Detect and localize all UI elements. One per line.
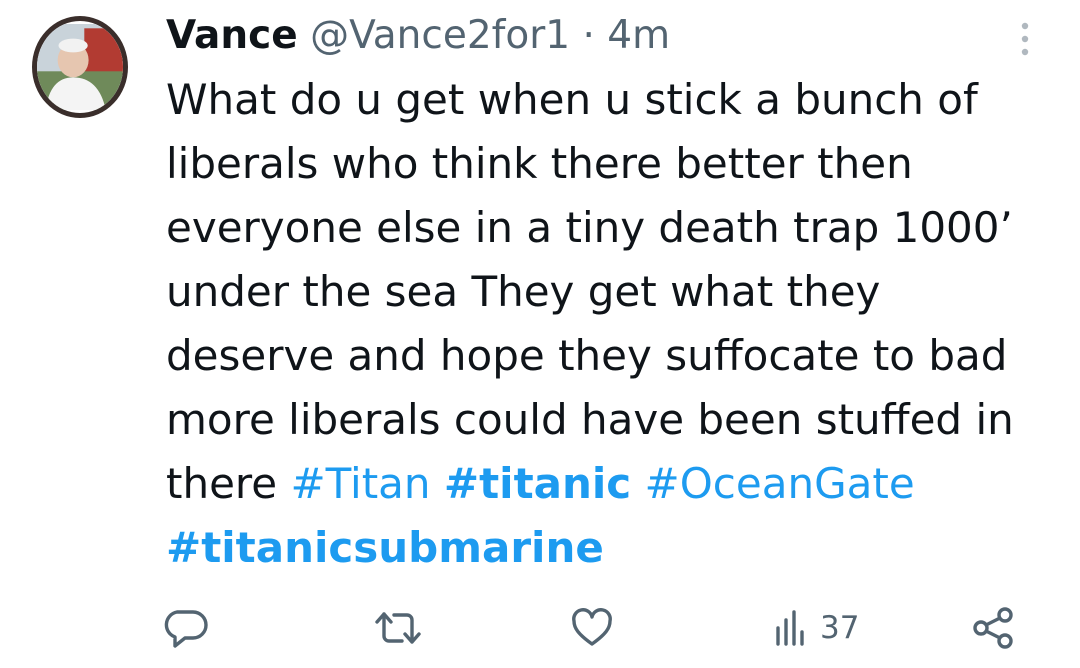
more-options-icon[interactable] [1014,20,1036,60]
hashtag-link[interactable]: #titanicsubmarine [166,523,604,572]
tweet-text-line: deserve and hope they suffocate to bad [166,331,1008,380]
display-name[interactable]: Vance [166,13,298,58]
share-button[interactable] [970,600,1018,656]
tweet-text-line: everyone else in a tiny death trap 1000’ [166,203,1013,252]
heart-icon [568,606,616,650]
tweet[interactable]: Vance @Vance2for1 · 4m What do u get whe… [0,0,1080,668]
share-icon [970,606,1018,650]
timestamp[interactable]: 4m [607,13,670,58]
avatar-photo [37,24,123,110]
hashtag-link[interactable]: #titanic [444,459,631,508]
hashtag-link[interactable]: #Titan [290,459,430,508]
hashtag-link[interactable]: #OceanGate [645,459,915,508]
views-button[interactable]: 37 [772,600,859,656]
tweet-text-line: What do u get when u stick a bunch of [166,75,978,124]
like-button[interactable] [568,600,616,656]
tweet-header: Vance @Vance2for1 · 4m [166,12,670,60]
views-chart-icon [772,606,812,650]
avatar[interactable] [32,16,128,118]
user-handle[interactable]: @Vance2for1 [310,13,570,58]
tweet-text-line: liberals who think there better then [166,139,913,188]
retweet-icon [370,606,426,650]
tweet-text: What do u get when u stick a bunch of li… [166,68,1066,580]
action-bar: 37 [0,600,1080,656]
reply-icon [163,606,211,650]
reply-button[interactable] [163,600,211,656]
tweet-text-line: under the sea They get what they [166,267,881,316]
tweet-text-line: more liberals could have been stuffed in [166,395,1014,444]
separator-dot: · [582,13,595,58]
tweet-text-line: #titanicsubmarine [166,516,1066,580]
views-count: 37 [820,610,860,646]
tweet-text-word: there [166,459,278,508]
tweet-text-line: there #Titan #titanic #OceanGate [166,452,1066,516]
retweet-button[interactable] [370,600,426,656]
